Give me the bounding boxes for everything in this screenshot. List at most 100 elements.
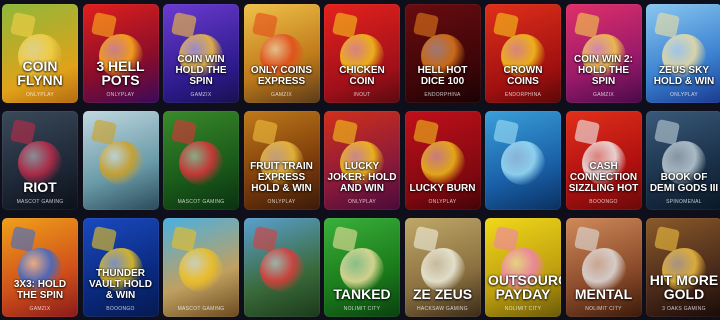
game-artwork <box>179 141 223 185</box>
game-provider: ONLYPLAY <box>347 199 377 205</box>
game-artwork-detail <box>9 225 37 253</box>
game-title: LUCKY BURN <box>409 183 476 194</box>
game-artwork-detail <box>653 225 681 253</box>
game-title: 3X3: HOLD THE SPIN <box>13 279 67 301</box>
game-artwork-detail <box>90 225 117 253</box>
game-provider: ONLYPLAY <box>25 92 55 98</box>
game-tile[interactable]: MASCOT GAMING <box>163 111 239 210</box>
game-tile[interactable]: MENTAL NOLIMIT CITY <box>565 218 642 317</box>
game-artwork-detail <box>412 118 439 146</box>
game-provider: ONLYPLAY <box>106 92 135 98</box>
game-artwork <box>420 141 465 185</box>
game-title: LUCKY JOKER: HOLD AND WIN <box>327 161 397 194</box>
game-title: CROWN COINS <box>503 65 543 87</box>
game-title: MENTAL <box>574 286 633 302</box>
game-tile[interactable]: HELL HOT DICE 100 ENDORPHINA <box>404 4 481 103</box>
game-artwork-detail <box>170 118 198 146</box>
game-tile[interactable] <box>485 111 561 210</box>
game-artwork-detail <box>412 11 439 39</box>
game-artwork-detail <box>251 118 278 146</box>
game-artwork-detail <box>331 11 359 39</box>
game-artwork-detail <box>653 118 681 146</box>
game-tile[interactable]: ZE ZEUS HACKSAW GAMING <box>404 218 481 317</box>
game-tile[interactable] <box>243 218 320 317</box>
game-title: ZE ZEUS <box>412 286 473 302</box>
game-title: ZEUS SKY HOLD & WIN <box>653 65 715 87</box>
game-provider: NOLIMIT CITY <box>343 306 381 312</box>
game-provider: ENDORPHINA <box>424 92 461 98</box>
game-artwork-detail <box>653 11 681 39</box>
game-provider: ONLYPLAY <box>669 92 699 98</box>
games-grid: COIN FLYNN ONLYPLAY 3 HELL POTS ONLYPLAY COI… <box>0 0 720 320</box>
game-provider: BOOONGO <box>589 199 618 205</box>
game-artwork-detail <box>170 11 198 39</box>
game-artwork <box>179 248 223 292</box>
game-tile[interactable]: BOOK OF DEMI GODS III SPINOMENAL <box>646 111 720 210</box>
game-title: HIT MORE GOLD <box>649 272 719 302</box>
game-tile[interactable]: CHICKEN COIN INOUT <box>324 4 400 103</box>
game-tile[interactable]: COIN WIN 2: HOLD THE SPIN GAMZIX <box>565 4 642 103</box>
game-provider: BOOONGO <box>106 306 135 312</box>
game-tile[interactable]: LUCKY JOKER: HOLD AND WIN ONLYPLAY <box>324 111 400 210</box>
game-tile[interactable] <box>82 111 159 210</box>
game-artwork-detail <box>90 118 117 146</box>
game-tile[interactable]: FRUIT TRAIN EXPRESS HOLD & WIN ONLYPLAY <box>243 111 320 210</box>
game-artwork <box>98 141 143 185</box>
game-tile[interactable]: HIT MORE GOLD 3 OAKS GAMING <box>646 218 720 317</box>
game-artwork-detail <box>251 11 278 39</box>
game-title: COIN WIN HOLD THE SPIN <box>175 54 227 87</box>
game-title: FRUIT TRAIN EXPRESS HOLD & WIN <box>250 161 313 194</box>
game-tile[interactable]: CASH CONNECTION SIZZLING HOT BOOONGO <box>565 111 642 210</box>
game-provider: GAMZIX <box>190 92 212 98</box>
game-tile[interactable]: 3 HELL POTS ONLYPLAY <box>82 4 159 103</box>
game-provider: ONLYPLAY <box>428 199 457 205</box>
game-provider: INOUT <box>353 92 371 98</box>
game-title: CASH CONNECTION SIZZLING HOT <box>568 161 639 194</box>
game-tile[interactable]: THUNDER VAULT HOLD & WIN BOOONGO <box>82 218 159 317</box>
game-artwork-detail <box>331 118 359 146</box>
game-provider: GAMZIX <box>29 306 51 312</box>
game-provider: GAMZIX <box>271 92 292 98</box>
game-artwork-detail <box>573 11 600 39</box>
game-artwork-detail <box>9 118 37 146</box>
game-artwork-detail <box>331 225 359 253</box>
game-tile[interactable]: TANKED NOLIMIT CITY <box>324 218 400 317</box>
game-tile[interactable]: ZEUS SKY HOLD & WIN ONLYPLAY <box>646 4 720 103</box>
game-title: COIN FLYNN <box>17 58 63 88</box>
game-tile[interactable]: COIN FLYNN ONLYPLAY <box>2 4 78 103</box>
game-title: HELL HOT DICE 100 <box>417 65 468 87</box>
game-tile[interactable]: OUTSOURCED PAYDAY NOLIMIT CITY <box>485 218 561 317</box>
game-artwork-detail <box>573 225 600 253</box>
game-title: THUNDER VAULT HOLD & WIN <box>89 268 152 301</box>
game-tile[interactable]: LUCKY BURN ONLYPLAY <box>404 111 481 210</box>
game-title: TANKED <box>333 286 391 302</box>
game-provider: ONLYPLAY <box>267 199 296 205</box>
game-provider: 3 OAKS GAMING <box>662 306 706 312</box>
game-title: 3 HELL POTS <box>96 58 145 88</box>
game-tile[interactable]: RIOT MASCOT GAMING <box>2 111 78 210</box>
game-provider: NOLIMIT CITY <box>585 306 622 312</box>
game-title: BOOK OF DEMI GODS III <box>649 172 719 194</box>
game-provider: NOLIMIT CITY <box>504 306 542 312</box>
game-artwork-detail <box>412 225 439 253</box>
game-artwork-detail <box>492 11 520 39</box>
game-provider: ENDORPHINA <box>504 92 542 98</box>
game-tile[interactable]: COIN WIN HOLD THE SPIN GAMZIX <box>163 4 239 103</box>
game-tile[interactable]: 3X3: HOLD THE SPIN GAMZIX <box>2 218 78 317</box>
game-tile[interactable]: ONLY COINS EXPRESS GAMZIX <box>243 4 320 103</box>
game-artwork-detail <box>573 118 600 146</box>
game-artwork <box>259 248 304 292</box>
game-provider: MASCOT GAMING <box>177 306 225 312</box>
game-title: ONLY COINS EXPRESS <box>250 65 313 87</box>
game-artwork-detail <box>251 225 278 253</box>
game-tile[interactable]: MASCOT GAMING <box>163 218 239 317</box>
game-title: CHICKEN COIN <box>339 65 385 87</box>
game-provider: HACKSAW GAMING <box>417 306 468 312</box>
game-artwork-detail <box>90 11 117 39</box>
game-tile[interactable]: CROWN COINS ENDORPHINA <box>485 4 561 103</box>
game-artwork-detail <box>9 11 37 39</box>
game-provider: MASCOT GAMING <box>16 199 64 205</box>
game-artwork <box>501 141 545 185</box>
game-artwork-detail <box>492 225 520 253</box>
game-provider: MASCOT GAMING <box>177 199 225 205</box>
